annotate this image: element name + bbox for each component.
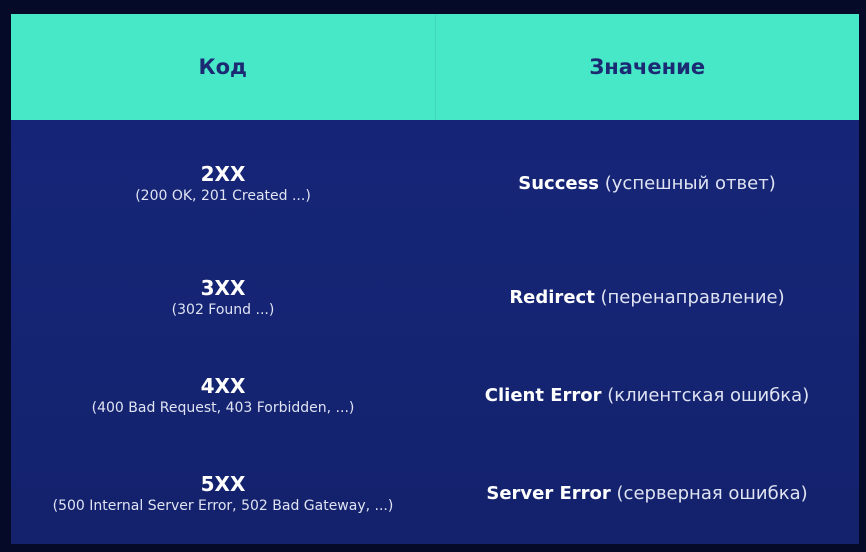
meaning-cell: Redirect (перенаправление) [435,252,859,344]
code-cell: 5XX (500 Internal Server Error, 502 Bad … [11,448,435,540]
status-code-class: 5XX [200,472,246,496]
code-cell: 3XX (302 Found ...) [11,252,435,344]
meaning-cell: Server Error (серверная ошибка) [435,448,859,540]
code-cell: 4XX (400 Bad Request, 403 Forbidden, ...… [11,350,435,442]
meaning-cell: Success (успешный ответ) [435,138,859,230]
status-code-class: 4XX [200,374,246,398]
meaning-translation: (клиентская ошибка) [601,385,810,406]
header-code: Код [11,14,436,120]
table-row: 4XX (400 Bad Request, 403 Forbidden, ...… [11,350,859,442]
table-row: 3XX (302 Found ...) Redirect (перенаправ… [11,252,859,344]
status-code-examples: (302 Found ...) [171,302,275,318]
status-code-examples: (200 OK, 201 Created ...) [135,188,311,204]
meaning-text: Server Error (серверная ошибка) [486,483,807,505]
meaning-text: Client Error (клиентская ошибка) [485,385,809,407]
meaning-translation: (перенаправление) [594,287,785,308]
http-status-table: Код Значение 2XX (200 OK, 201 Created ..… [11,14,859,544]
meaning-term: Client Error [484,385,602,406]
status-code-examples: (500 Internal Server Error, 502 Bad Gate… [52,498,394,514]
meaning-term: Redirect [509,287,595,308]
code-cell: 2XX (200 OK, 201 Created ...) [11,138,435,230]
header-meaning: Значение [589,55,706,79]
meaning-term: Server Error [486,483,611,504]
status-code-class: 2XX [200,162,246,186]
meaning-cell: Client Error (клиентская ошибка) [435,350,859,442]
meaning-text: Success (успешный ответ) [518,173,775,195]
table-row: 5XX (500 Internal Server Error, 502 Bad … [11,448,859,540]
slide: Код Значение 2XX (200 OK, 201 Created ..… [0,0,866,552]
meaning-term: Success [518,173,600,194]
status-code-class: 3XX [200,276,246,300]
status-code-examples: (400 Bad Request, 403 Forbidden, ...) [91,400,355,416]
meaning-translation: (серверная ошибка) [610,483,808,504]
table-row: 2XX (200 OK, 201 Created ...) Success (у… [11,138,859,230]
table-header: Код Значение [11,14,859,120]
meaning-text: Redirect (перенаправление) [509,287,784,309]
meaning-translation: (успешный ответ) [599,173,776,194]
